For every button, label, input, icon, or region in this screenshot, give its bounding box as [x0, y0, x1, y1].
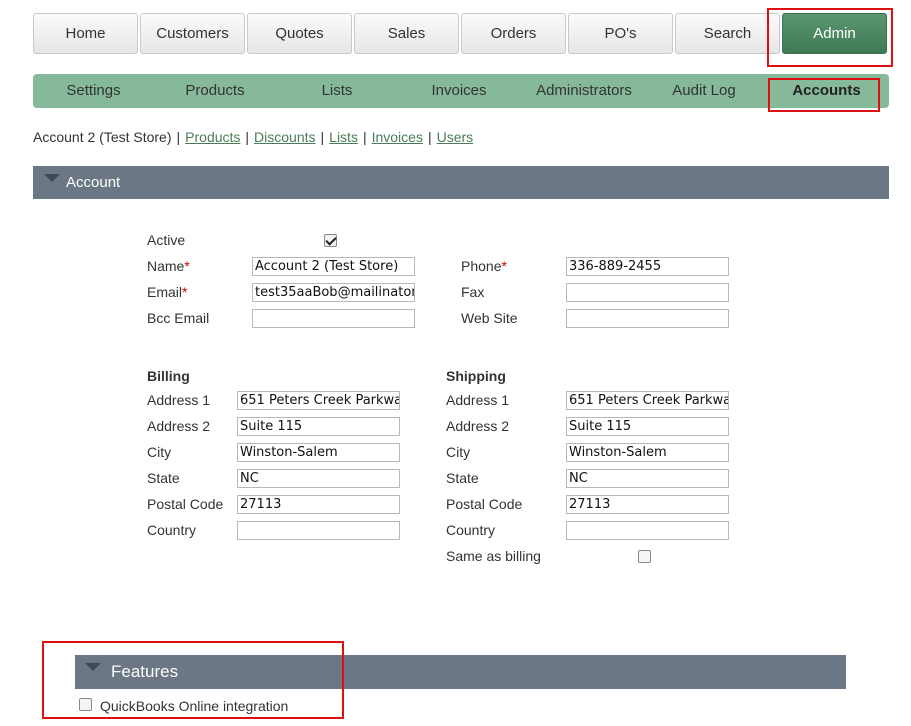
- subnav-item-lists[interactable]: Lists: [276, 74, 398, 108]
- billing-postal-code-input[interactable]: 27113: [237, 495, 400, 514]
- features-section-header[interactable]: Features: [75, 655, 846, 689]
- bcc-email-input[interactable]: [252, 309, 415, 328]
- billing-address1-input[interactable]: 651 Peters Creek Parkway: [237, 391, 400, 410]
- billing-country-input[interactable]: [237, 521, 400, 540]
- shipping-city-label: City: [446, 444, 471, 460]
- active-checkbox[interactable]: [324, 234, 337, 247]
- shipping-state-label: State: [446, 470, 479, 486]
- tab-customers[interactable]: Customers: [140, 13, 245, 54]
- account-section-title: Account: [66, 174, 121, 191]
- shipping-state-input[interactable]: NC: [566, 469, 729, 488]
- features-section-title: Features: [111, 662, 179, 681]
- subnav-item-accounts[interactable]: Accounts: [768, 74, 885, 108]
- shipping-address1-label: Address 1: [446, 392, 510, 408]
- collapse-triangle-icon: [85, 663, 101, 671]
- phone-input[interactable]: 336-889-2455: [566, 257, 729, 276]
- breadcrumb-link-lists[interactable]: Lists: [329, 129, 358, 145]
- breadcrumb-separator: |: [320, 129, 325, 145]
- same-as-billing-label: Same as billing: [446, 548, 541, 564]
- billing-address2-input[interactable]: Suite 115: [237, 417, 400, 436]
- breadcrumb-link-discounts[interactable]: Discounts: [254, 129, 315, 145]
- shipping-address2-input[interactable]: Suite 115: [566, 417, 729, 436]
- billing-city-input[interactable]: Winston-Salem: [237, 443, 400, 462]
- subnav-item-audit-log[interactable]: Audit Log: [648, 74, 760, 108]
- breadcrumb-separator: |: [176, 129, 181, 145]
- shipping-country-input[interactable]: [566, 521, 729, 540]
- subnav-item-invoices[interactable]: Invoices: [398, 74, 520, 108]
- billing-city-label: City: [147, 444, 172, 460]
- shipping-heading: Shipping: [446, 368, 506, 384]
- tab-sales[interactable]: Sales: [354, 13, 459, 54]
- breadcrumb-link-users[interactable]: Users: [437, 129, 474, 145]
- subnav-item-products[interactable]: Products: [154, 74, 276, 108]
- same-as-billing-checkbox[interactable]: [638, 550, 651, 563]
- account-section-header[interactable]: Account: [33, 166, 889, 199]
- fax-input[interactable]: [566, 283, 729, 302]
- tab-search[interactable]: Search: [675, 13, 780, 54]
- billing-state-input[interactable]: NC: [237, 469, 400, 488]
- sub-navigation: Settings Products Lists Invoices Adminis…: [33, 74, 889, 108]
- email-input[interactable]: test35aaBob@mailinator.co: [252, 283, 415, 302]
- website-input[interactable]: [566, 309, 729, 328]
- tab-quotes[interactable]: Quotes: [247, 13, 352, 54]
- billing-address1-label: Address 1: [147, 392, 211, 408]
- breadcrumb: Account 2 (Test Store) | Products | Discount…: [33, 129, 473, 145]
- quickbooks-checkbox[interactable]: [79, 698, 92, 711]
- shipping-postal-code-input[interactable]: 27113: [566, 495, 729, 514]
- tab-orders[interactable]: Orders: [461, 13, 566, 54]
- collapse-triangle-icon: [44, 174, 60, 182]
- breadcrumb-separator: |: [427, 129, 432, 145]
- name-label: Name*: [147, 258, 190, 274]
- billing-postal-code-label: Postal Code: [147, 496, 224, 512]
- breadcrumb-link-invoices[interactable]: Invoices: [372, 129, 423, 145]
- tab-admin[interactable]: Admin: [782, 13, 887, 54]
- breadcrumb-current: Account 2 (Test Store): [33, 129, 172, 145]
- email-label: Email*: [147, 284, 188, 300]
- active-label: Active: [147, 232, 186, 248]
- top-navigation: Home Customers Quotes Sales Orders PO's …: [33, 13, 889, 54]
- tab-home[interactable]: Home: [33, 13, 138, 54]
- subnav-item-administrators[interactable]: Administrators: [520, 74, 648, 108]
- billing-state-label: State: [147, 470, 180, 486]
- name-input[interactable]: Account 2 (Test Store): [252, 257, 415, 276]
- quickbooks-label: QuickBooks Online integration: [100, 698, 289, 714]
- shipping-address1-input[interactable]: 651 Peters Creek Parkway: [566, 391, 729, 410]
- bcc-email-label: Bcc Email: [147, 310, 210, 326]
- shipping-country-label: Country: [446, 522, 496, 538]
- shipping-city-input[interactable]: Winston-Salem: [566, 443, 729, 462]
- fax-label: Fax: [461, 284, 485, 300]
- subnav-item-settings[interactable]: Settings: [33, 74, 154, 108]
- billing-heading: Billing: [147, 368, 190, 384]
- breadcrumb-separator: |: [245, 129, 250, 145]
- shipping-address2-label: Address 2: [446, 418, 510, 434]
- breadcrumb-separator: |: [362, 129, 367, 145]
- phone-label: Phone*: [461, 258, 507, 274]
- shipping-postal-code-label: Postal Code: [446, 496, 523, 512]
- billing-country-label: Country: [147, 522, 197, 538]
- tab-pos[interactable]: PO's: [568, 13, 673, 54]
- website-label: Web Site: [461, 310, 518, 326]
- breadcrumb-link-products[interactable]: Products: [185, 129, 240, 145]
- billing-address2-label: Address 2: [147, 418, 211, 434]
